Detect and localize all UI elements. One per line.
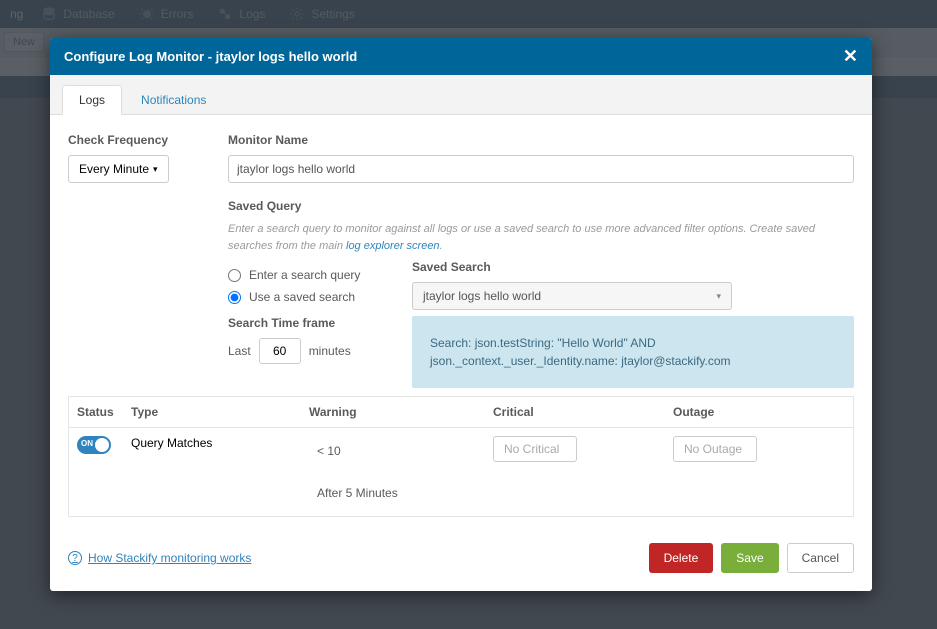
modal-header: Configure Log Monitor - jtaylor logs hel… [50,38,872,75]
help-label: How Stackify monitoring works [88,551,251,565]
caret-down-icon: ▾ [716,291,721,302]
query-preview: Search: json.testString: "Hello World" A… [412,316,854,388]
check-frequency-label: Check Frequency [68,133,228,147]
th-outage: Outage [665,397,845,427]
radio-saved-label: Use a saved search [249,290,355,304]
rightcol: Monitor Name Saved Query Enter a search … [228,133,854,388]
critical-input[interactable]: No Critical [493,436,577,462]
delete-button[interactable]: Delete [649,543,714,573]
monitor-name-input[interactable] [228,155,854,183]
timeframe-input[interactable] [259,338,301,364]
warning-value: < 10 [309,436,477,466]
thresholds-table: Status Type Warning Critical Outage ON Q… [68,396,854,517]
radio-saved-search[interactable]: Use a saved search [228,290,412,304]
radio-enter-input[interactable] [228,269,241,282]
timeframe-suffix: minutes [309,344,351,358]
table-header: Status Type Warning Critical Outage [69,396,853,428]
tabbar: Logs Notifications [50,75,872,115]
timeframe-prefix: Last [228,344,251,358]
saved-query-section: Saved Query Enter a search query to moni… [228,199,854,310]
leftcol: Check Frequency Every Minute ▾ [68,133,228,388]
timeframe-section: Search Time frame Last minutes Search: j… [228,316,854,388]
close-icon[interactable]: ✕ [843,46,858,67]
tab-notifications[interactable]: Notifications [124,85,223,114]
toggle-label: ON [81,439,93,448]
saved-query-hint: Enter a search query to monitor against … [228,221,854,254]
th-critical: Critical [485,397,665,427]
status-toggle[interactable]: ON [77,436,111,454]
radio-enter-label: Enter a search query [249,268,360,282]
radio-saved-input[interactable] [228,291,241,304]
modal: Configure Log Monitor - jtaylor logs hel… [50,38,872,591]
modal-footer: ? How Stackify monitoring works Delete S… [50,533,872,591]
log-explorer-link[interactable]: log explorer screen [346,240,440,252]
check-frequency-dropdown[interactable]: Every Minute ▾ [68,155,169,183]
check-frequency-value: Every Minute [79,162,149,176]
saved-search-value: jtaylor logs hello world [423,289,541,303]
form-area: Check Frequency Every Minute ▾ Monitor N… [50,115,872,396]
radio-enter-query[interactable]: Enter a search query [228,268,412,282]
cancel-button[interactable]: Cancel [787,543,854,573]
caret-down-icon: ▾ [153,164,158,175]
saved-search-label: Saved Search [412,260,854,274]
outage-input[interactable]: No Outage [673,436,757,462]
th-warning: Warning [301,397,485,427]
modal-title: Configure Log Monitor - jtaylor logs hel… [64,49,357,64]
timeframe-label: Search Time frame [228,316,412,330]
warning-after: After 5 Minutes [309,478,477,508]
help-link[interactable]: ? How Stackify monitoring works [68,551,251,565]
saved-query-label: Saved Query [228,199,854,213]
toggle-knob [95,438,109,452]
th-status: Status [69,397,123,427]
tab-logs[interactable]: Logs [62,85,122,115]
th-type: Type [123,397,301,427]
monitor-name-label: Monitor Name [228,133,854,147]
help-icon: ? [68,551,82,565]
row-type: Query Matches [123,428,301,458]
save-button[interactable]: Save [721,543,778,573]
saved-search-select[interactable]: jtaylor logs hello world ▾ [412,282,732,310]
modal-body: Logs Notifications Check Frequency Every… [50,75,872,591]
table-row: ON Query Matches < 10 After 5 Minutes No… [69,428,853,516]
